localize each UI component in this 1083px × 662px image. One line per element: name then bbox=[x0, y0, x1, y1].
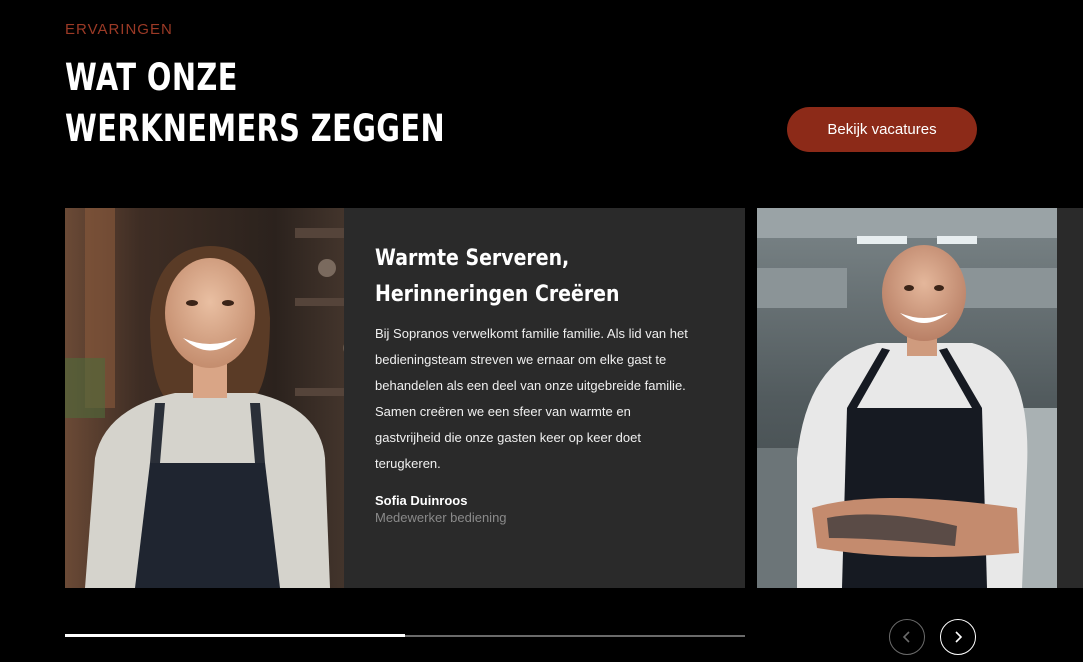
testimonial-content: Warmte Serveren, Herinneringen Creëren B… bbox=[344, 208, 745, 588]
slider-progress-fill bbox=[65, 634, 405, 637]
waitress-photo bbox=[65, 208, 344, 588]
chef-photo[interactable] bbox=[757, 208, 1057, 588]
chevron-left-icon bbox=[902, 631, 910, 643]
next-card-edge bbox=[1057, 208, 1083, 588]
testimonial-author-role: Medewerker bediening bbox=[375, 510, 507, 525]
testimonial-author-name: Sofia Duinroos bbox=[375, 493, 468, 508]
section-eyebrow: ERVARINGEN bbox=[65, 21, 173, 38]
slider-next-button[interactable] bbox=[940, 619, 976, 655]
heading-line-2: WERKNEMERS ZEGGEN bbox=[65, 107, 446, 150]
chevron-right-icon bbox=[955, 631, 963, 643]
testimonial-title: Warmte Serveren, Herinneringen Creëren bbox=[375, 246, 620, 307]
heading-line-1: WAT ONZE bbox=[65, 56, 238, 99]
section-heading: WAT ONZE WERKNEMERS ZEGGEN bbox=[65, 52, 445, 154]
testimonial-card: Warmte Serveren, Herinneringen Creëren B… bbox=[65, 208, 745, 588]
testimonial-text: Bij Sopranos verwelkomt familie familie.… bbox=[375, 326, 688, 471]
slider-prev-button[interactable] bbox=[889, 619, 925, 655]
slider-progress-track bbox=[65, 634, 745, 637]
view-vacancies-button[interactable]: Bekijk vacatures bbox=[787, 107, 977, 152]
